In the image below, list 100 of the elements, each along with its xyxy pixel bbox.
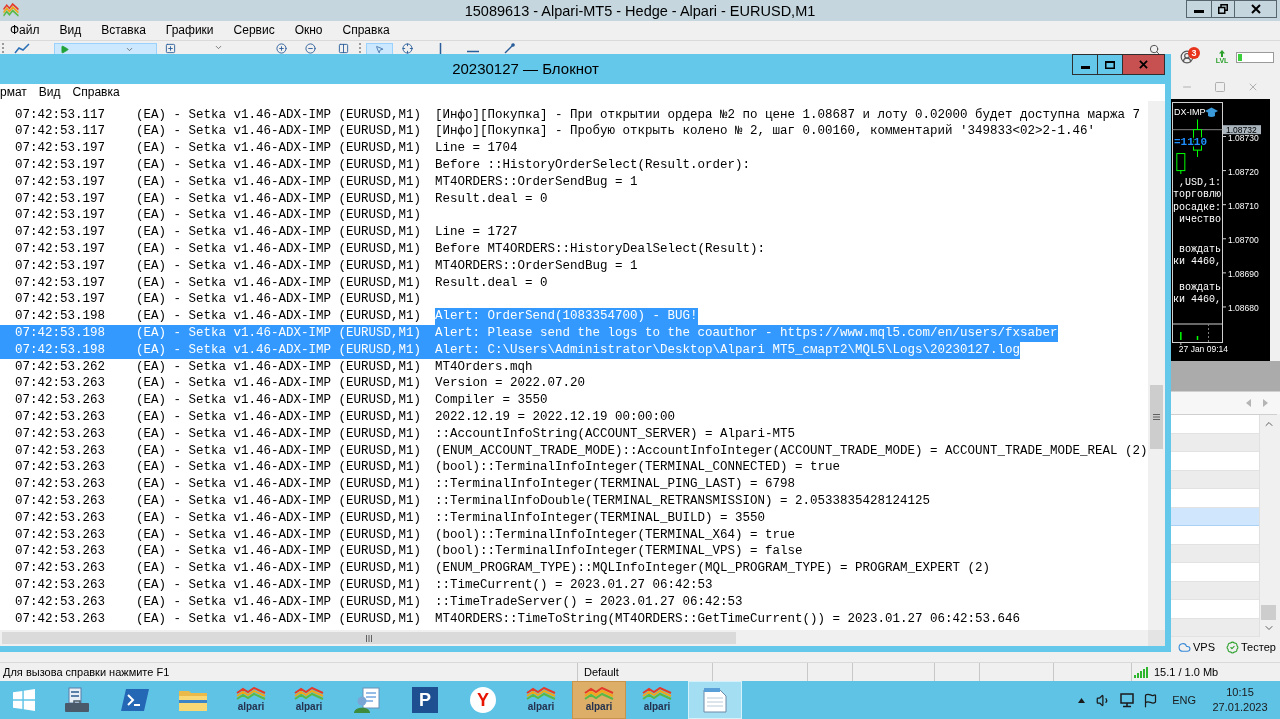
taskbar-button[interactable]	[688, 681, 742, 719]
scrollbar[interactable]	[1148, 101, 1165, 630]
minimize-button[interactable]	[1186, 0, 1212, 18]
menu-item[interactable]: Файл	[0, 23, 50, 38]
menu-item[interactable]: Справка	[332, 23, 400, 38]
log-source: (EA) - Setka v1.46-ADX-IMP (EURUSD,M1)	[136, 325, 422, 340]
graduation-cap-icon	[1205, 107, 1218, 117]
scrollbar-thumb[interactable]	[1261, 605, 1276, 620]
taskbar-button[interactable]: Y	[456, 681, 510, 719]
clock[interactable]: 10:15 27.01.2023	[1210, 685, 1270, 715]
play-icon	[60, 45, 69, 54]
taskbar-button[interactable]: P	[398, 681, 452, 719]
person-document-icon	[353, 687, 381, 713]
menu-item[interactable]: Вид	[49, 23, 92, 38]
minimize-icon	[1080, 66, 1090, 69]
timestamp: 07:42:53.197	[15, 141, 105, 156]
log-source: (EA) - Setka v1.46-ADX-IMP (EURUSD,M1)	[136, 493, 422, 508]
log-source: (EA) - Setka v1.46-ADX-IMP (EURUSD,M1)	[136, 561, 422, 576]
log-message: Result.deal = 0	[435, 190, 548, 208]
menu-item[interactable]: Графики	[155, 23, 224, 38]
waves-logo-icon	[584, 687, 614, 701]
menu-item[interactable]: Справка	[66, 85, 126, 100]
tile-windows-icon[interactable]	[338, 43, 349, 54]
browser-logo: Y	[470, 687, 496, 713]
timestamp: 07:42:53.197	[15, 258, 105, 273]
menu-item[interactable]: Вставка	[91, 23, 156, 38]
log-message: Compiler = 3550	[435, 392, 548, 409]
log-message: Alert: Please send the logs to the coauthor - https://www.mql5.com/en/users/fxsaber	[435, 324, 1058, 342]
scrollbar-thumb[interactable]	[2, 632, 736, 644]
menu-item[interactable]: Вид	[32, 85, 67, 100]
tab[interactable]: Тестер	[1226, 640, 1276, 654]
status-text: Для вызова справки нажмите F1	[3, 664, 170, 680]
log-message: Before MT4ORDERS::HistoryDealSelect(Result):	[435, 240, 766, 258]
new-chart-icon[interactable]	[165, 43, 176, 54]
log-message: ::TerminalInfoDouble(TERMINAL_RETRANSMISSION) = 2.0533835428124125	[435, 492, 931, 510]
trend-line-icon[interactable]	[504, 43, 515, 54]
crosshair-icon[interactable]	[402, 43, 413, 54]
log-message: MT4ORDERS::OrderSendBug = 1	[435, 257, 638, 275]
log-source: (EA) - Setka v1.46-ADX-IMP (EURUSD,M1)	[136, 309, 422, 324]
current-price-label: 1.08732	[1223, 124, 1261, 135]
timestamp: 07:42:53.198	[15, 309, 105, 324]
timestamp: 07:42:53.263	[15, 460, 105, 475]
close-button[interactable]	[1234, 0, 1277, 18]
up-arrow-icon[interactable]	[1219, 50, 1225, 57]
zoom-in-icon[interactable]	[276, 43, 287, 54]
text-area[interactable]	[0, 101, 1148, 630]
scrollbar[interactable]	[0, 630, 1148, 646]
badge-check-icon	[1226, 640, 1239, 654]
log-source: (EA) - Setka v1.46-ADX-IMP (EURUSD,M1)	[136, 544, 422, 559]
maximize-icon[interactable]	[1214, 80, 1226, 93]
timestamp: 07:42:53.263	[15, 409, 105, 424]
taskbar-button[interactable]: alpari	[514, 681, 568, 719]
log-source: (EA) - Setka v1.46-ADX-IMP (EURUSD,M1)	[136, 393, 422, 408]
log-source: (EA) - Setka v1.46-ADX-IMP (EURUSD,M1)	[136, 208, 422, 223]
taskbar-button[interactable]: alpari	[630, 681, 684, 719]
close-icon	[1250, 4, 1261, 14]
log-message: (bool)::TerminalInfoInteger(TERMINAL_VPS) = false	[435, 543, 803, 561]
timestamp: 07:42:53.263	[15, 376, 105, 391]
zoom-out-icon[interactable]	[305, 43, 316, 54]
line-chart-icon[interactable]	[14, 43, 30, 54]
waves-logo-icon	[642, 687, 672, 701]
cursor-button[interactable]	[366, 43, 393, 54]
log-message: (ENUM_PROGRAM_TYPE)::MQLInfoInteger(MQL_PROGRAM_TYPE) = PROGRAM_EXPERT (2)	[435, 560, 991, 577]
log-source: (EA) - Setka v1.46-ADX-IMP (EURUSD,M1)	[136, 409, 422, 424]
minimize-icon	[1194, 10, 1204, 13]
minimize-button[interactable]	[1072, 54, 1098, 75]
log-source: (EA) - Setka v1.46-ADX-IMP (EURUSD,M1)	[136, 258, 422, 273]
restore-button[interactable]	[1211, 0, 1235, 18]
timestamp: 07:42:53.263	[15, 544, 105, 559]
taskbar-button[interactable]: alpari	[282, 681, 336, 719]
log-source: (EA) - Setka v1.46-ADX-IMP (EURUSD,M1)	[136, 376, 422, 391]
scrollbar-thumb[interactable]	[1150, 385, 1163, 449]
show-hidden-icons-icon[interactable]	[1078, 697, 1086, 703]
waves-logo-icon	[294, 687, 324, 701]
log-message: ::TerminalInfoInteger(TERMINAL_BUILD) = 3550	[435, 509, 766, 527]
menu-item[interactable]: Окно	[284, 23, 333, 38]
folder-icon	[179, 689, 207, 711]
y-tick-label: 1.08680	[1228, 302, 1259, 313]
taskbar-button[interactable]: alpari	[224, 681, 278, 719]
menu-item[interactable]: рмат	[0, 85, 33, 100]
caret-icon[interactable]	[214, 43, 223, 52]
waves-logo-icon	[3, 3, 19, 18]
flag-icon[interactable]	[1143, 692, 1159, 708]
toolbar-button[interactable]	[54, 43, 157, 54]
tab[interactable]: VPS	[1178, 640, 1215, 654]
horizontal-line-icon[interactable]	[467, 50, 479, 53]
timestamp: 07:42:53.197	[15, 292, 105, 307]
cloud-icon	[1178, 640, 1191, 654]
log-message: MT4ORDERS::OrderSendBug = 1	[435, 173, 638, 191]
timestamp: 07:42:53.197	[15, 158, 105, 172]
left-arrow-icon[interactable]	[1246, 399, 1251, 407]
menu-item[interactable]: Сервис	[223, 23, 285, 38]
taskbar-button[interactable]: alpari	[572, 681, 626, 719]
log-message: Result.deal = 0	[435, 274, 548, 292]
timestamp: 07:42:53.197	[15, 191, 105, 206]
right-arrow-icon[interactable]	[1263, 399, 1268, 407]
chart-comment: ки 4460,	[1173, 294, 1221, 305]
network-icon[interactable]	[1119, 692, 1136, 708]
search-icon[interactable]	[1149, 44, 1160, 55]
language-indicator[interactable]: ENG	[1172, 691, 1196, 709]
